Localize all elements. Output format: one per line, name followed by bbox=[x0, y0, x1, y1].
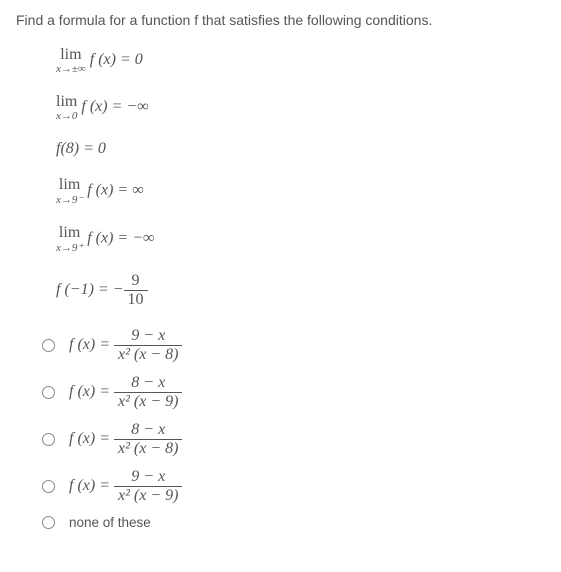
option-5[interactable]: none of these bbox=[42, 515, 545, 530]
frac-den: x² (x − 8) bbox=[114, 346, 182, 364]
radio-icon[interactable] bbox=[42, 480, 55, 493]
option-2[interactable]: f (x) = 8 − x x² (x − 9) bbox=[42, 374, 545, 411]
frac-num: 8 − x bbox=[114, 374, 182, 393]
lim-label: lim bbox=[56, 46, 86, 64]
option-left: f (x) = bbox=[69, 336, 114, 353]
frac-num: 9 bbox=[124, 272, 148, 291]
frac-den: x² (x − 8) bbox=[114, 440, 182, 458]
option-left: f (x) = bbox=[69, 383, 114, 400]
conditions-block: lim x→±∞ f (x) = 0 lim x→0 f (x) = −∞ f(… bbox=[56, 46, 545, 309]
lim-body: f (x) = ∞ bbox=[87, 182, 143, 199]
lim-label: lim bbox=[56, 176, 83, 194]
condition-5: lim x→9⁺ f (x) = −∞ bbox=[56, 224, 545, 254]
frac-num: 8 − x bbox=[114, 421, 182, 440]
radio-icon[interactable] bbox=[42, 516, 55, 529]
option-text: none of these bbox=[69, 515, 151, 530]
option-4[interactable]: f (x) = 9 − x x² (x − 9) bbox=[42, 468, 545, 505]
condition-4: lim x→9⁻ f (x) = ∞ bbox=[56, 176, 545, 206]
frac-den: x² (x − 9) bbox=[114, 487, 182, 505]
lim-under: x→0 bbox=[56, 110, 77, 122]
condition-2: lim x→0 f (x) = −∞ bbox=[56, 93, 545, 122]
option-3[interactable]: f (x) = 8 − x x² (x − 8) bbox=[42, 421, 545, 458]
lim-under: x→±∞ bbox=[56, 63, 86, 75]
f-neg1-left: f (−1) = − bbox=[56, 281, 124, 298]
lim-label: lim bbox=[56, 93, 77, 111]
radio-icon[interactable] bbox=[42, 433, 55, 446]
option-left: f (x) = bbox=[69, 477, 114, 494]
option-left: f (x) = bbox=[69, 430, 114, 447]
question-text: Find a formula for a function f that sat… bbox=[16, 12, 545, 28]
frac-num: 9 − x bbox=[114, 327, 182, 346]
lim-under: x→9⁻ bbox=[56, 193, 83, 206]
frac-num: 9 − x bbox=[114, 468, 182, 487]
condition-6: f (−1) = − 9 10 bbox=[56, 272, 545, 309]
frac-den: x² (x − 9) bbox=[114, 393, 182, 411]
option-1[interactable]: f (x) = 9 − x x² (x − 8) bbox=[42, 327, 545, 364]
frac-den: 10 bbox=[124, 291, 148, 309]
lim-label: lim bbox=[56, 224, 83, 242]
lim-under: x→9⁺ bbox=[56, 241, 83, 254]
condition-3: f(8) = 0 bbox=[56, 140, 545, 158]
lim-body: f (x) = −∞ bbox=[87, 230, 154, 247]
condition-1: lim x→±∞ f (x) = 0 bbox=[56, 46, 545, 75]
lim-body: f (x) = −∞ bbox=[81, 98, 148, 115]
lim-body: f (x) = 0 bbox=[90, 51, 143, 68]
options-block: f (x) = 9 − x x² (x − 8) f (x) = 8 − x x… bbox=[42, 327, 545, 530]
radio-icon[interactable] bbox=[42, 386, 55, 399]
radio-icon[interactable] bbox=[42, 339, 55, 352]
